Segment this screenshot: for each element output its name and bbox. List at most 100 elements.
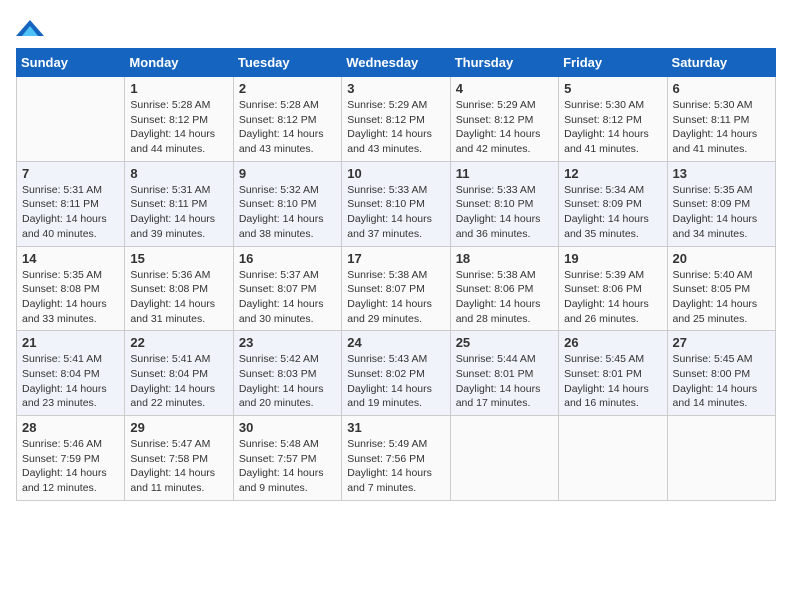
day-info: Sunrise: 5:38 AMSunset: 8:06 PMDaylight:…: [456, 268, 553, 327]
calendar-week-5: 28 Sunrise: 5:46 AMSunset: 7:59 PMDayligh…: [17, 416, 776, 501]
day-number: 30: [239, 420, 336, 435]
day-info: Sunrise: 5:33 AMSunset: 8:10 PMDaylight:…: [347, 183, 444, 242]
calendar-cell: 20 Sunrise: 5:40 AMSunset: 8:05 PMDayligh…: [667, 246, 775, 331]
calendar-cell: 23Sunrise: 5:42 AMSunset: 8:03 PMDayligh…: [233, 331, 341, 416]
col-header-sunday: Sunday: [17, 49, 125, 77]
day-number: 17: [347, 251, 444, 266]
day-info: Sunrise: 5:29 AMSunset: 8:12 PMDaylight:…: [347, 98, 444, 157]
day-info: Sunrise: 5:31 AMSunset: 8:11 PMDaylight:…: [22, 183, 119, 242]
col-header-wednesday: Wednesday: [342, 49, 450, 77]
calendar-cell: 18 Sunrise: 5:38 AMSunset: 8:06 PMDayligh…: [450, 246, 558, 331]
calendar-week-3: 14 Sunrise: 5:35 AMSunset: 8:08 PMDayligh…: [17, 246, 776, 331]
calendar-cell: 12Sunrise: 5:34 AMSunset: 8:09 PMDayligh…: [559, 161, 667, 246]
calendar-cell: 16 Sunrise: 5:37 AMSunset: 8:07 PMDayligh…: [233, 246, 341, 331]
day-number: 8: [130, 166, 227, 181]
calendar-cell: [667, 416, 775, 501]
calendar-cell: [559, 416, 667, 501]
day-info: Sunrise: 5:39 AMSunset: 8:06 PMDaylight:…: [564, 268, 661, 327]
calendar-cell: 24 Sunrise: 5:43 AMSunset: 8:02 PMDayligh…: [342, 331, 450, 416]
col-header-saturday: Saturday: [667, 49, 775, 77]
calendar-cell: 22Sunrise: 5:41 AMSunset: 8:04 PMDayligh…: [125, 331, 233, 416]
calendar-cell: 30 Sunrise: 5:48 AMSunset: 7:57 PMDayligh…: [233, 416, 341, 501]
calendar-cell: 17 Sunrise: 5:38 AMSunset: 8:07 PMDayligh…: [342, 246, 450, 331]
day-info: Sunrise: 5:44 AMSunset: 8:01 PMDaylight:…: [456, 352, 553, 411]
calendar-week-1: 1 Sunrise: 5:28 AMSunset: 8:12 PMDaylight…: [17, 77, 776, 162]
calendar-cell: 10 Sunrise: 5:33 AMSunset: 8:10 PMDayligh…: [342, 161, 450, 246]
calendar-cell: 9 Sunrise: 5:32 AMSunset: 8:10 PMDaylight…: [233, 161, 341, 246]
calendar-cell: 28 Sunrise: 5:46 AMSunset: 7:59 PMDayligh…: [17, 416, 125, 501]
day-info: Sunrise: 5:48 AMSunset: 7:57 PMDaylight:…: [239, 437, 336, 496]
calendar-cell: 1 Sunrise: 5:28 AMSunset: 8:12 PMDaylight…: [125, 77, 233, 162]
day-info: Sunrise: 5:28 AMSunset: 8:12 PMDaylight:…: [130, 98, 227, 157]
day-number: 28: [22, 420, 119, 435]
day-info: Sunrise: 5:46 AMSunset: 7:59 PMDaylight:…: [22, 437, 119, 496]
col-header-friday: Friday: [559, 49, 667, 77]
day-number: 4: [456, 81, 553, 96]
calendar-header-row: SundayMondayTuesdayWednesdayThursdayFrid…: [17, 49, 776, 77]
day-info: Sunrise: 5:47 AMSunset: 7:58 PMDaylight:…: [130, 437, 227, 496]
day-number: 3: [347, 81, 444, 96]
day-info: Sunrise: 5:33 AMSunset: 8:10 PMDaylight:…: [456, 183, 553, 242]
day-info: Sunrise: 5:31 AMSunset: 8:11 PMDaylight:…: [130, 183, 227, 242]
calendar-cell: 5 Sunrise: 5:30 AMSunset: 8:12 PMDaylight…: [559, 77, 667, 162]
day-number: 31: [347, 420, 444, 435]
day-info: Sunrise: 5:35 AMSunset: 8:08 PMDaylight:…: [22, 268, 119, 327]
day-number: 18: [456, 251, 553, 266]
calendar-table: SundayMondayTuesdayWednesdayThursdayFrid…: [16, 48, 776, 501]
day-info: Sunrise: 5:45 AMSunset: 8:01 PMDaylight:…: [564, 352, 661, 411]
day-number: 22: [130, 335, 227, 350]
day-number: 21: [22, 335, 119, 350]
day-number: 13: [673, 166, 770, 181]
day-number: 6: [673, 81, 770, 96]
day-info: Sunrise: 5:43 AMSunset: 8:02 PMDaylight:…: [347, 352, 444, 411]
calendar-cell: 25 Sunrise: 5:44 AMSunset: 8:01 PMDayligh…: [450, 331, 558, 416]
calendar-cell: 6 Sunrise: 5:30 AMSunset: 8:11 PMDaylight…: [667, 77, 775, 162]
col-header-thursday: Thursday: [450, 49, 558, 77]
day-number: 12: [564, 166, 661, 181]
day-info: Sunrise: 5:37 AMSunset: 8:07 PMDaylight:…: [239, 268, 336, 327]
calendar-cell: 26 Sunrise: 5:45 AMSunset: 8:01 PMDayligh…: [559, 331, 667, 416]
calendar-cell: 14 Sunrise: 5:35 AMSunset: 8:08 PMDayligh…: [17, 246, 125, 331]
day-number: 5: [564, 81, 661, 96]
calendar-cell: 13 Sunrise: 5:35 AMSunset: 8:09 PMDayligh…: [667, 161, 775, 246]
day-number: 2: [239, 81, 336, 96]
calendar-cell: 15Sunrise: 5:36 AMSunset: 8:08 PMDayligh…: [125, 246, 233, 331]
day-info: Sunrise: 5:36 AMSunset: 8:08 PMDaylight:…: [130, 268, 227, 327]
day-info: Sunrise: 5:30 AMSunset: 8:12 PMDaylight:…: [564, 98, 661, 157]
day-number: 1: [130, 81, 227, 96]
day-number: 26: [564, 335, 661, 350]
day-number: 11: [456, 166, 553, 181]
day-number: 9: [239, 166, 336, 181]
day-number: 24: [347, 335, 444, 350]
day-number: 16: [239, 251, 336, 266]
day-info: Sunrise: 5:42 AMSunset: 8:03 PMDaylight:…: [239, 352, 336, 411]
calendar-cell: 3 Sunrise: 5:29 AMSunset: 8:12 PMDaylight…: [342, 77, 450, 162]
page-header: [16, 16, 776, 40]
day-number: 27: [673, 335, 770, 350]
calendar-cell: 19 Sunrise: 5:39 AMSunset: 8:06 PMDayligh…: [559, 246, 667, 331]
calendar-cell: 31 Sunrise: 5:49 AMSunset: 7:56 PMDayligh…: [342, 416, 450, 501]
calendar-week-2: 7 Sunrise: 5:31 AMSunset: 8:11 PMDaylight…: [17, 161, 776, 246]
day-number: 7: [22, 166, 119, 181]
day-info: Sunrise: 5:28 AMSunset: 8:12 PMDaylight:…: [239, 98, 336, 157]
day-number: 10: [347, 166, 444, 181]
day-info: Sunrise: 5:49 AMSunset: 7:56 PMDaylight:…: [347, 437, 444, 496]
col-header-tuesday: Tuesday: [233, 49, 341, 77]
day-info: Sunrise: 5:30 AMSunset: 8:11 PMDaylight:…: [673, 98, 770, 157]
day-number: 25: [456, 335, 553, 350]
day-info: Sunrise: 5:29 AMSunset: 8:12 PMDaylight:…: [456, 98, 553, 157]
logo-icon: [16, 16, 44, 40]
calendar-cell: 27Sunrise: 5:45 AMSunset: 8:00 PMDayligh…: [667, 331, 775, 416]
day-number: 29: [130, 420, 227, 435]
day-number: 14: [22, 251, 119, 266]
day-info: Sunrise: 5:40 AMSunset: 8:05 PMDaylight:…: [673, 268, 770, 327]
calendar-cell: 4 Sunrise: 5:29 AMSunset: 8:12 PMDaylight…: [450, 77, 558, 162]
calendar-cell: 21Sunrise: 5:41 AMSunset: 8:04 PMDayligh…: [17, 331, 125, 416]
calendar-cell: 8 Sunrise: 5:31 AMSunset: 8:11 PMDaylight…: [125, 161, 233, 246]
day-info: Sunrise: 5:38 AMSunset: 8:07 PMDaylight:…: [347, 268, 444, 327]
day-number: 19: [564, 251, 661, 266]
day-number: 20: [673, 251, 770, 266]
day-info: Sunrise: 5:35 AMSunset: 8:09 PMDaylight:…: [673, 183, 770, 242]
calendar-cell: 29 Sunrise: 5:47 AMSunset: 7:58 PMDayligh…: [125, 416, 233, 501]
day-info: Sunrise: 5:32 AMSunset: 8:10 PMDaylight:…: [239, 183, 336, 242]
